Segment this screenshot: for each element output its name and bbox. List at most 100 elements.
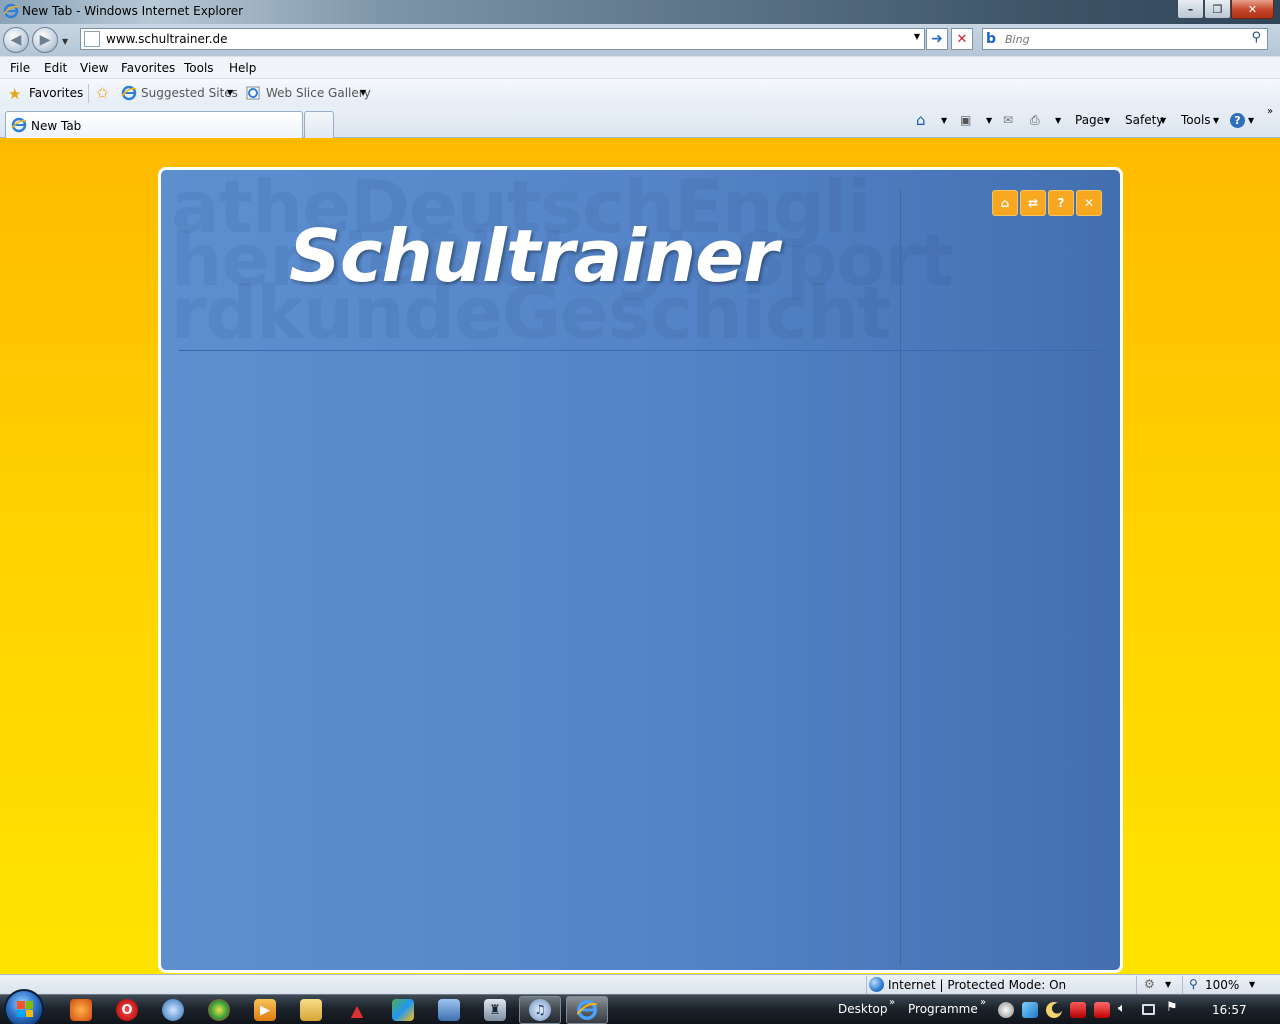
- security-zone[interactable]: Internet | Protected Mode: On: [888, 978, 1066, 992]
- minimize-button[interactable]: –: [1177, 0, 1204, 19]
- tab-new-tab[interactable]: New Tab: [5, 111, 303, 138]
- chevron-right-icon[interactable]: »: [889, 997, 895, 1008]
- chevron-down-icon[interactable]: ▼: [1165, 980, 1171, 989]
- mail-icon[interactable]: ✉: [1003, 113, 1013, 127]
- music-icon: ♫: [529, 999, 551, 1021]
- close-app-button[interactable]: ✕: [1076, 190, 1102, 216]
- navigation-bar: ◀ ▶ ▼ www.schultrainer.de ▼ ➜ ✕ b ⚲: [0, 24, 1280, 56]
- network-icon[interactable]: [1142, 1004, 1155, 1015]
- chevron-down-icon[interactable]: ▼: [1249, 980, 1255, 989]
- globe-icon: [869, 977, 884, 992]
- home-icon: ⌂: [1000, 196, 1010, 210]
- help-button[interactable]: ?: [1048, 190, 1074, 216]
- chevron-down-icon[interactable]: ▼: [227, 88, 233, 97]
- chevron-down-icon[interactable]: ▼: [1104, 116, 1110, 125]
- chrome-icon[interactable]: [208, 999, 230, 1021]
- back-button[interactable]: ◀: [3, 27, 29, 53]
- dropbox-icon[interactable]: [1022, 1002, 1038, 1018]
- print-icon[interactable]: ⎙: [1030, 113, 1040, 128]
- triangle-app-icon[interactable]: ▲: [346, 999, 368, 1021]
- taskbar: O ▶ ▲ ♜ ♫ Desktop » Programme » 🔈︎ ⚑ 16:…: [0, 989, 1280, 1024]
- ie-page-icon: [121, 85, 137, 101]
- internet-explorer-task[interactable]: [566, 996, 608, 1024]
- safety-menu[interactable]: Safety: [1125, 113, 1163, 127]
- zoom-icon[interactable]: ⚲: [1189, 977, 1198, 991]
- maximize-button[interactable]: ❐: [1204, 0, 1231, 19]
- go-button[interactable]: ➜: [926, 28, 948, 50]
- menu-favorites[interactable]: Favorites: [121, 61, 175, 75]
- window-title: New Tab - Windows Internet Explorer: [22, 4, 244, 18]
- title-bar: New Tab - Windows Internet Explorer – ❐ …: [0, 0, 1280, 24]
- moon-icon[interactable]: [1046, 1002, 1062, 1018]
- chevron-down-icon[interactable]: ▼: [941, 116, 947, 125]
- chevron-down-icon[interactable]: ▼: [1160, 116, 1166, 125]
- menu-help[interactable]: Help: [229, 61, 256, 75]
- page-menu[interactable]: Page: [1075, 113, 1104, 127]
- tray-app-icon[interactable]: [998, 1002, 1014, 1018]
- search-icon[interactable]: ⚲: [1251, 30, 1261, 45]
- tool-app-icon[interactable]: ♜: [484, 999, 506, 1021]
- menu-tools[interactable]: Tools: [184, 61, 214, 75]
- page-content: atheDeutschEngli hemieBiologieSport rdku…: [0, 138, 1280, 974]
- media-player-icon[interactable]: ▶: [254, 999, 276, 1021]
- ie-logo-icon: [3, 3, 19, 19]
- divider: [88, 84, 89, 103]
- tools-menu[interactable]: Tools: [1181, 113, 1211, 127]
- menu-view[interactable]: View: [80, 61, 108, 75]
- address-url[interactable]: www.schultrainer.de: [106, 32, 228, 46]
- home-icon[interactable]: ⌂: [916, 111, 926, 129]
- arrow-right-icon: ➜: [931, 31, 943, 47]
- address-dropdown-icon[interactable]: ▼: [914, 32, 920, 41]
- stop-button[interactable]: ✕: [951, 28, 973, 50]
- search-box[interactable]: b ⚲: [982, 28, 1268, 50]
- browser-icon[interactable]: [162, 999, 184, 1021]
- address-bar[interactable]: www.schultrainer.de ▼: [80, 28, 925, 50]
- chevron-down-icon[interactable]: ▼: [986, 116, 992, 125]
- action-center-flag-icon[interactable]: ⚑: [1166, 1000, 1182, 1016]
- start-button[interactable]: [4, 989, 44, 1024]
- network-app-icon[interactable]: [438, 999, 460, 1021]
- forward-button[interactable]: ▶: [32, 27, 58, 53]
- switch-button[interactable]: ⇄: [1020, 190, 1046, 216]
- close-icon: ✕: [956, 31, 968, 47]
- status-bar: Internet | Protected Mode: On ⚙ ▼ ⚲ 100%…: [0, 974, 1280, 994]
- window-controls: – ❐ ✕: [1177, 0, 1274, 19]
- programs-toolbar[interactable]: Programme: [908, 1002, 978, 1016]
- folder-icon[interactable]: [300, 999, 322, 1021]
- clock[interactable]: 16:57: [1212, 1003, 1247, 1017]
- suggested-sites-link[interactable]: Suggested Sites: [141, 86, 238, 100]
- swap-icon: ⇄: [1027, 196, 1039, 210]
- chevron-down-icon[interactable]: ▼: [360, 88, 366, 97]
- add-favorite-icon[interactable]: ✩: [96, 84, 109, 102]
- recent-pages-dropdown-icon[interactable]: ▼: [62, 37, 68, 46]
- home-button[interactable]: ⌂: [992, 190, 1018, 216]
- web-slice-gallery-link[interactable]: Web Slice Gallery: [266, 86, 371, 100]
- help-icon[interactable]: ?: [1230, 113, 1245, 128]
- chevron-right-icon[interactable]: »: [980, 997, 986, 1008]
- chevron-right-icon[interactable]: »: [1267, 106, 1273, 117]
- new-tab-button[interactable]: [304, 111, 334, 138]
- desktop-toolbar[interactable]: Desktop: [838, 1002, 888, 1016]
- search-input[interactable]: [1005, 31, 1235, 47]
- privacy-icon[interactable]: ⚙: [1144, 977, 1155, 991]
- chevron-down-icon[interactable]: ▼: [1248, 116, 1254, 125]
- menu-edit[interactable]: Edit: [44, 61, 67, 75]
- ie-logo-icon: [576, 1000, 597, 1020]
- security-tray-icon[interactable]: [1070, 1002, 1086, 1018]
- volume-icon[interactable]: 🔈︎: [1118, 1001, 1134, 1017]
- update-tray-icon[interactable]: [1094, 1002, 1110, 1018]
- rss-feed-icon[interactable]: ▣: [960, 113, 971, 127]
- chevron-down-icon[interactable]: ▼: [1213, 116, 1219, 125]
- zoom-level[interactable]: 100%: [1205, 978, 1239, 992]
- menu-file[interactable]: File: [10, 61, 30, 75]
- opera-icon[interactable]: O: [116, 999, 138, 1021]
- divider: [1182, 976, 1183, 994]
- firefox-icon[interactable]: [70, 999, 92, 1021]
- app-icon[interactable]: [392, 999, 414, 1021]
- chevron-down-icon[interactable]: ▼: [1055, 116, 1061, 125]
- close-window-button[interactable]: ✕: [1231, 0, 1274, 19]
- itunes-task[interactable]: ♫: [519, 996, 561, 1024]
- star-icon: ★: [8, 85, 22, 103]
- favorites-button[interactable]: Favorites: [29, 86, 83, 100]
- bing-icon: b: [986, 31, 997, 47]
